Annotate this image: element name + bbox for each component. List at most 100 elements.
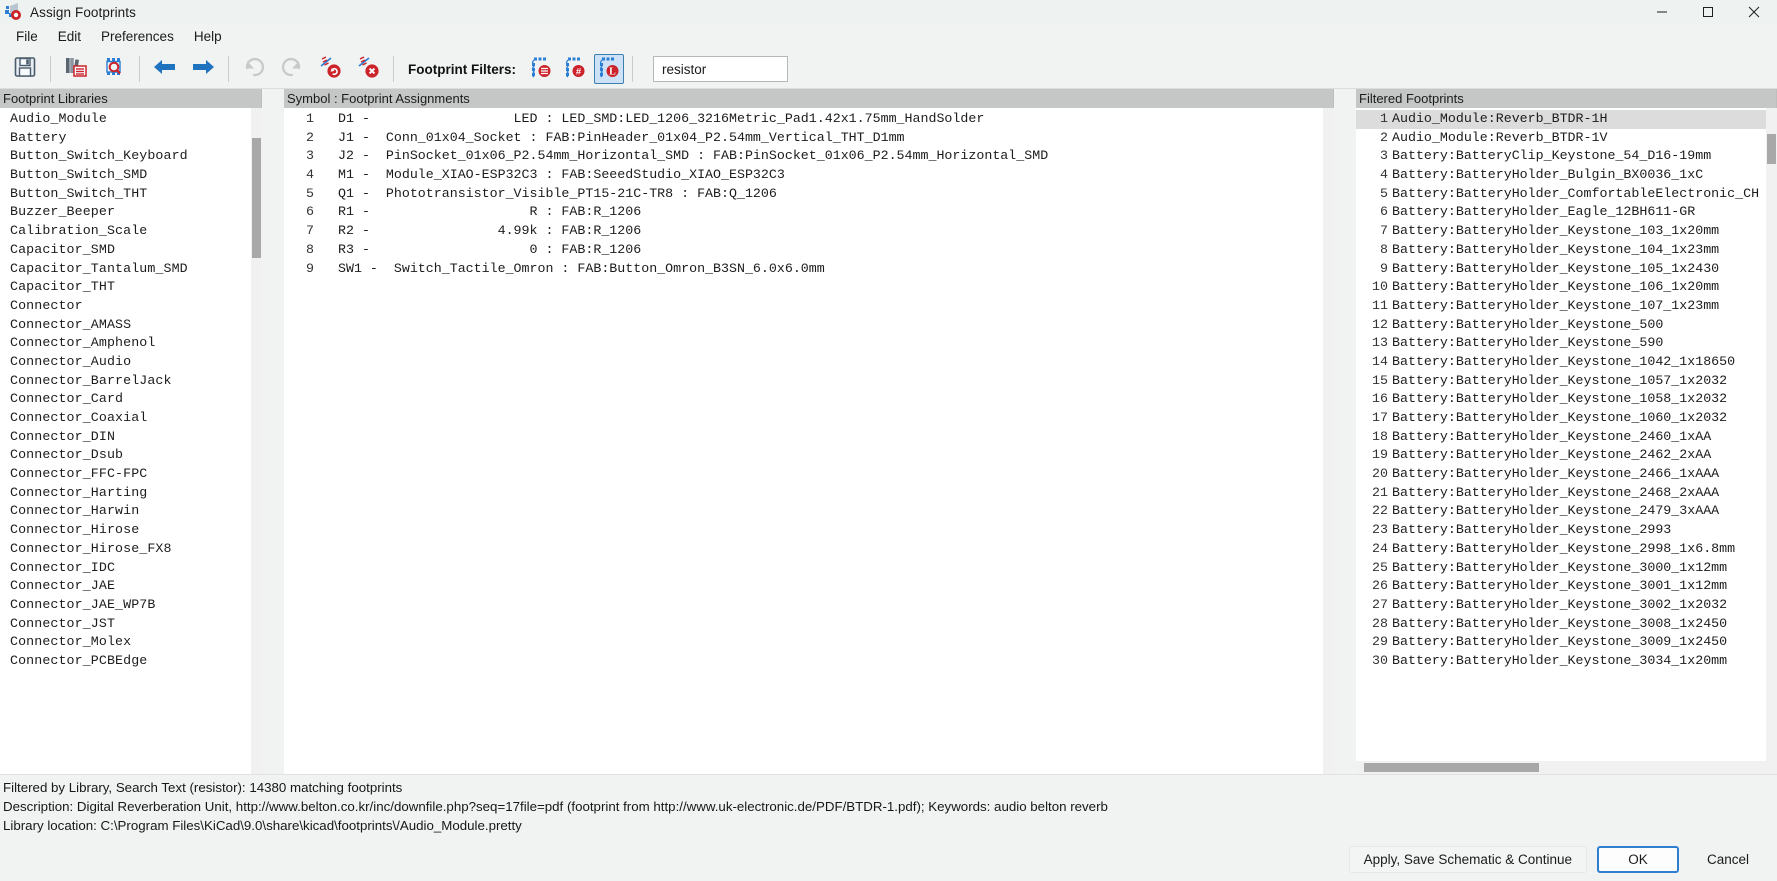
minimize-button[interactable]	[1639, 0, 1685, 24]
footprint-row[interactable]: 24 Battery:BatteryHolder_Keystone_2998_1x…	[1356, 540, 1777, 559]
assignment-row[interactable]: 2 J1 - Conn_01x04_Socket : FAB:PinHeader_…	[284, 129, 1334, 148]
footprint-filter-search-box[interactable]	[653, 56, 788, 82]
library-list-item[interactable]: Capacitor_THT	[0, 278, 262, 297]
footprint-row[interactable]: 2 Audio_Module:Reverb_BTDR-1V	[1356, 129, 1777, 148]
footprint-row[interactable]: 9 Battery:BatteryHolder_Keystone_105_1x24…	[1356, 260, 1777, 279]
footprint-row[interactable]: 29 Battery:BatteryHolder_Keystone_3009_1x…	[1356, 633, 1777, 652]
assignment-row[interactable]: 6 R1 - R : FAB:R_1206	[284, 203, 1334, 222]
footprint-row[interactable]: 11 Battery:BatteryHolder_Keystone_107_1x2…	[1356, 297, 1777, 316]
assignments-vertical-scrollbar[interactable]	[1323, 108, 1334, 774]
assignment-row[interactable]: 7 R2 - 4.99k : FAB:R_1206	[284, 222, 1334, 241]
undo-button[interactable]	[237, 53, 271, 85]
library-list-item[interactable]: Connector_BarrelJack	[0, 372, 262, 391]
library-list-item[interactable]: Connector_JAE	[0, 577, 262, 596]
library-list-item[interactable]: Connector_Harting	[0, 484, 262, 503]
assignment-row[interactable]: 3 J2 - PinSocket_01x06_P2.54mm_Horizontal…	[284, 147, 1334, 166]
library-list-item[interactable]: Connector_Amphenol	[0, 334, 262, 353]
footprint-row[interactable]: 19 Battery:BatteryHolder_Keystone_2462_2x…	[1356, 446, 1777, 465]
library-list-item[interactable]: Connector_DIN	[0, 428, 262, 447]
library-list-item[interactable]: Connector_Hirose	[0, 521, 262, 540]
footprint-row[interactable]: 12 Battery:BatteryHolder_Keystone_500	[1356, 316, 1777, 335]
delete-associations-button[interactable]	[351, 53, 385, 85]
search-input[interactable]	[660, 60, 781, 78]
footprint-row[interactable]: 6 Battery:BatteryHolder_Eagle_12BH611-GR	[1356, 203, 1777, 222]
library-list-item[interactable]: Connector_Hirose_FX8	[0, 540, 262, 559]
library-list-item[interactable]: Connector_Harwin	[0, 502, 262, 521]
footprint-row[interactable]: 14 Battery:BatteryHolder_Keystone_1042_1x…	[1356, 353, 1777, 372]
library-list-item[interactable]: Connector_AMASS	[0, 316, 262, 335]
apply-save-schematic-continue-button[interactable]: Apply, Save Schematic & Continue	[1348, 845, 1587, 873]
edit-footprint-library-table-button[interactable]	[97, 53, 131, 85]
footprints-horizontal-scrollbar[interactable]	[1356, 761, 1777, 774]
filter-by-library-button[interactable]: L	[594, 54, 624, 84]
footprint-row[interactable]: 13 Battery:BatteryHolder_Keystone_590	[1356, 334, 1777, 353]
library-list-item[interactable]: Capacitor_SMD	[0, 241, 262, 260]
assignment-row[interactable]: 1 D1 - LED : LED_SMD:LED_1206_3216Metric_…	[284, 110, 1334, 129]
footprints-vertical-scrollbar[interactable]	[1766, 108, 1777, 761]
save-button[interactable]	[8, 53, 42, 85]
footprint-row[interactable]: 26 Battery:BatteryHolder_Keystone_3001_1x…	[1356, 577, 1777, 596]
library-list-item[interactable]: Button_Switch_Keyboard	[0, 147, 262, 166]
assignment-row[interactable]: 4 M1 - Module_XIAO-ESP32C3 : FAB:SeeedStu…	[284, 166, 1334, 185]
library-list-item[interactable]: Connector_PCBEdge	[0, 652, 262, 671]
footprint-libraries-list[interactable]: Audio_Module Battery Button_Switch_Keyboar…	[0, 108, 262, 774]
cancel-button[interactable]: Cancel	[1689, 846, 1767, 873]
footprint-row[interactable]: 7 Battery:BatteryHolder_Keystone_103_1x20…	[1356, 222, 1777, 241]
library-list-item[interactable]: Connector_FFC-FPC	[0, 465, 262, 484]
assignment-row[interactable]: 5 Q1 - Phototransistor_Visible_PT15-21C-T…	[284, 185, 1334, 204]
footprint-row[interactable]: 20 Battery:BatteryHolder_Keystone_2466_1x…	[1356, 465, 1777, 484]
library-list-item[interactable]: Calibration_Scale	[0, 222, 262, 241]
footprint-row[interactable]: 28 Battery:BatteryHolder_Keystone_3008_1x…	[1356, 615, 1777, 634]
library-list-item[interactable]: Capacitor_Tantalum_SMD	[0, 260, 262, 279]
footprint-row[interactable]: 18 Battery:BatteryHolder_Keystone_2460_1x…	[1356, 428, 1777, 447]
assignments-list[interactable]: 1 D1 - LED : LED_SMD:LED_1206_3216Metric_…	[284, 108, 1334, 774]
filter-by-pin-count-button[interactable]: #	[560, 54, 590, 84]
library-list-item[interactable]: Connector_JAE_WP7B	[0, 596, 262, 615]
footprint-row[interactable]: 16 Battery:BatteryHolder_Keystone_1058_1x…	[1356, 390, 1777, 409]
close-button[interactable]	[1731, 0, 1777, 24]
library-list-item[interactable]: Battery	[0, 129, 262, 148]
footprint-row[interactable]: 17 Battery:BatteryHolder_Keystone_1060_1x…	[1356, 409, 1777, 428]
library-list-item[interactable]: Connector	[0, 297, 262, 316]
menu-preferences[interactable]: Preferences	[91, 25, 184, 49]
menu-file[interactable]: File	[6, 25, 48, 49]
footprint-row[interactable]: 5 Battery:BatteryHolder_ComfortableElectr…	[1356, 185, 1777, 204]
library-list-item[interactable]: Button_Switch_THT	[0, 185, 262, 204]
filter-by-keyword-button[interactable]	[526, 54, 556, 84]
footprint-row[interactable]: 3 Battery:BatteryClip_Keystone_54_D16-19m…	[1356, 147, 1777, 166]
next-unassigned-button[interactable]	[186, 53, 220, 85]
redo-button[interactable]	[275, 53, 309, 85]
assignment-row[interactable]: 8 R3 - 0 : FAB:R_1206	[284, 241, 1334, 260]
footprint-row[interactable]: 10 Battery:BatteryHolder_Keystone_106_1x2…	[1356, 278, 1777, 297]
library-list-item[interactable]: Connector_Dsub	[0, 446, 262, 465]
library-list-item[interactable]: Connector_IDC	[0, 559, 262, 578]
right-splitter[interactable]	[1334, 89, 1356, 774]
menu-help[interactable]: Help	[184, 25, 232, 49]
previous-unassigned-button[interactable]	[148, 53, 182, 85]
library-list-item[interactable]: Button_Switch_SMD	[0, 166, 262, 185]
import-assignments-button[interactable]	[59, 53, 93, 85]
filtered-footprints-list[interactable]: 1 Audio_Module:Reverb_BTDR-1H 2 Audio_Modul…	[1356, 108, 1777, 761]
footprint-row[interactable]: 8 Battery:BatteryHolder_Keystone_104_1x23…	[1356, 241, 1777, 260]
menu-edit[interactable]: Edit	[48, 25, 91, 49]
assignment-row[interactable]: 9 SW1 - Switch_Tactile_Omron : FAB:Button…	[284, 260, 1334, 279]
library-list-item[interactable]: Connector_Card	[0, 390, 262, 409]
footprint-row[interactable]: 21 Battery:BatteryHolder_Keystone_2468_2x…	[1356, 484, 1777, 503]
library-list-item[interactable]: Connector_Coaxial	[0, 409, 262, 428]
footprint-row[interactable]: 25 Battery:BatteryHolder_Keystone_3000_1x…	[1356, 559, 1777, 578]
footprint-row[interactable]: 27 Battery:BatteryHolder_Keystone_3002_1x…	[1356, 596, 1777, 615]
ok-button[interactable]: OK	[1597, 845, 1679, 873]
footprint-row[interactable]: 30 Battery:BatteryHolder_Keystone_3034_1x…	[1356, 652, 1777, 671]
footprint-row[interactable]: 23 Battery:BatteryHolder_Keystone_2993	[1356, 521, 1777, 540]
maximize-button[interactable]	[1685, 0, 1731, 24]
left-splitter[interactable]	[262, 89, 284, 774]
footprint-row[interactable]: 4 Battery:BatteryHolder_Bulgin_BX0036_1xC	[1356, 166, 1777, 185]
library-list-item[interactable]: Connector_JST	[0, 615, 262, 634]
auto-associate-button[interactable]	[313, 53, 347, 85]
library-list-item[interactable]: Buzzer_Beeper	[0, 203, 262, 222]
library-list-item[interactable]: Audio_Module	[0, 110, 262, 129]
footprint-row[interactable]: 15 Battery:BatteryHolder_Keystone_1057_1x…	[1356, 372, 1777, 391]
library-list-item[interactable]: Connector_Audio	[0, 353, 262, 372]
libraries-vertical-scrollbar[interactable]	[251, 108, 262, 774]
footprint-row[interactable]: 22 Battery:BatteryHolder_Keystone_2479_3x…	[1356, 502, 1777, 521]
